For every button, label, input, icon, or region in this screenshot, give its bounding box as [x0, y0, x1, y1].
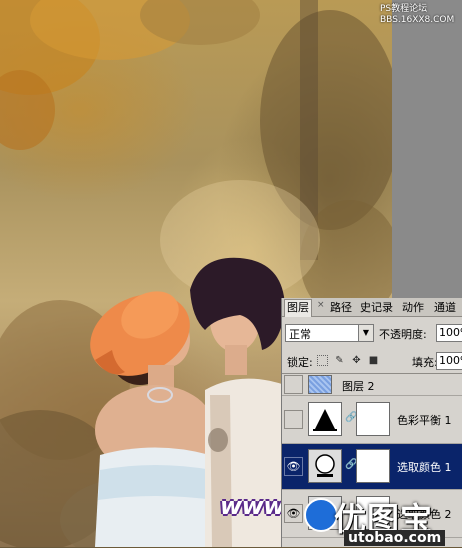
pattern-thumb	[308, 375, 332, 394]
blend-mode-value: 正常	[289, 328, 311, 341]
forum-watermark-line1: PS教程论坛	[380, 4, 428, 14]
visibility-toggle[interactable]	[284, 375, 303, 394]
layer-name: 选取颜色 1	[397, 461, 452, 474]
opacity-input[interactable]: 100%	[436, 324, 462, 342]
visibility-toggle[interactable]	[284, 410, 303, 429]
fill-input[interactable]: 100%	[436, 352, 462, 370]
lock-all-icon[interactable]: ■	[368, 355, 379, 366]
opacity-label: 不透明度:	[379, 328, 427, 341]
tab-history[interactable]: 史记录	[358, 300, 395, 315]
mask-thumb	[356, 402, 390, 436]
lock-label: 锁定:	[287, 356, 313, 369]
foliage-top-left	[0, 0, 260, 150]
lock-transparency-icon[interactable]	[317, 355, 328, 366]
lock-move-icon[interactable]: ✥	[351, 355, 362, 366]
selective-color-adjustment-icon	[308, 449, 342, 483]
lock-brush-icon[interactable]: ✎	[334, 355, 345, 366]
panel-tab-bar: 图层 × 路径 史记录 动作 通道	[282, 298, 462, 317]
brand-domain: utobao.com	[344, 530, 446, 546]
balance-adjustment-icon	[308, 402, 342, 436]
close-tab-icon[interactable]: ×	[317, 300, 325, 310]
forum-watermark-line2: BBS.16XX8.COM	[380, 15, 455, 25]
brand-watermark: 优图宝 utobao.com	[304, 494, 462, 547]
layer-name: 色彩平衡 1	[397, 414, 452, 427]
tab-actions[interactable]: 动作	[400, 300, 426, 315]
blend-mode-select[interactable]: 正常 ▼	[285, 324, 374, 342]
tab-paths[interactable]: 路径	[328, 300, 354, 315]
layer-row-selected[interactable]: 👁 🔗 选取颜色 1	[282, 444, 462, 490]
layer-name: 图层 2	[342, 380, 375, 393]
tab-channels[interactable]: 通道	[432, 300, 458, 315]
dropdown-arrow-icon[interactable]: ▼	[358, 325, 373, 341]
canvas-background-strip	[392, 0, 462, 298]
forum-watermark: PS教程论坛 BBS.16XX8.COM	[380, 4, 462, 26]
brand-logo-icon	[304, 498, 338, 532]
blend-row: 正常 ▼ 不透明度: 100%	[284, 324, 462, 344]
layer-row[interactable]: 🔗 色彩平衡 1	[282, 396, 462, 444]
mask-thumb	[356, 449, 390, 483]
lock-row: 锁定: ✎ ✥ ■ 填充: 100%	[284, 352, 462, 372]
layer-row[interactable]: 图层 2	[282, 374, 462, 396]
eye-icon[interactable]: 👁	[284, 504, 303, 523]
eye-icon[interactable]: 👁	[284, 457, 303, 476]
tab-layers[interactable]: 图层	[284, 299, 312, 317]
fill-label: 填充:	[412, 356, 438, 369]
